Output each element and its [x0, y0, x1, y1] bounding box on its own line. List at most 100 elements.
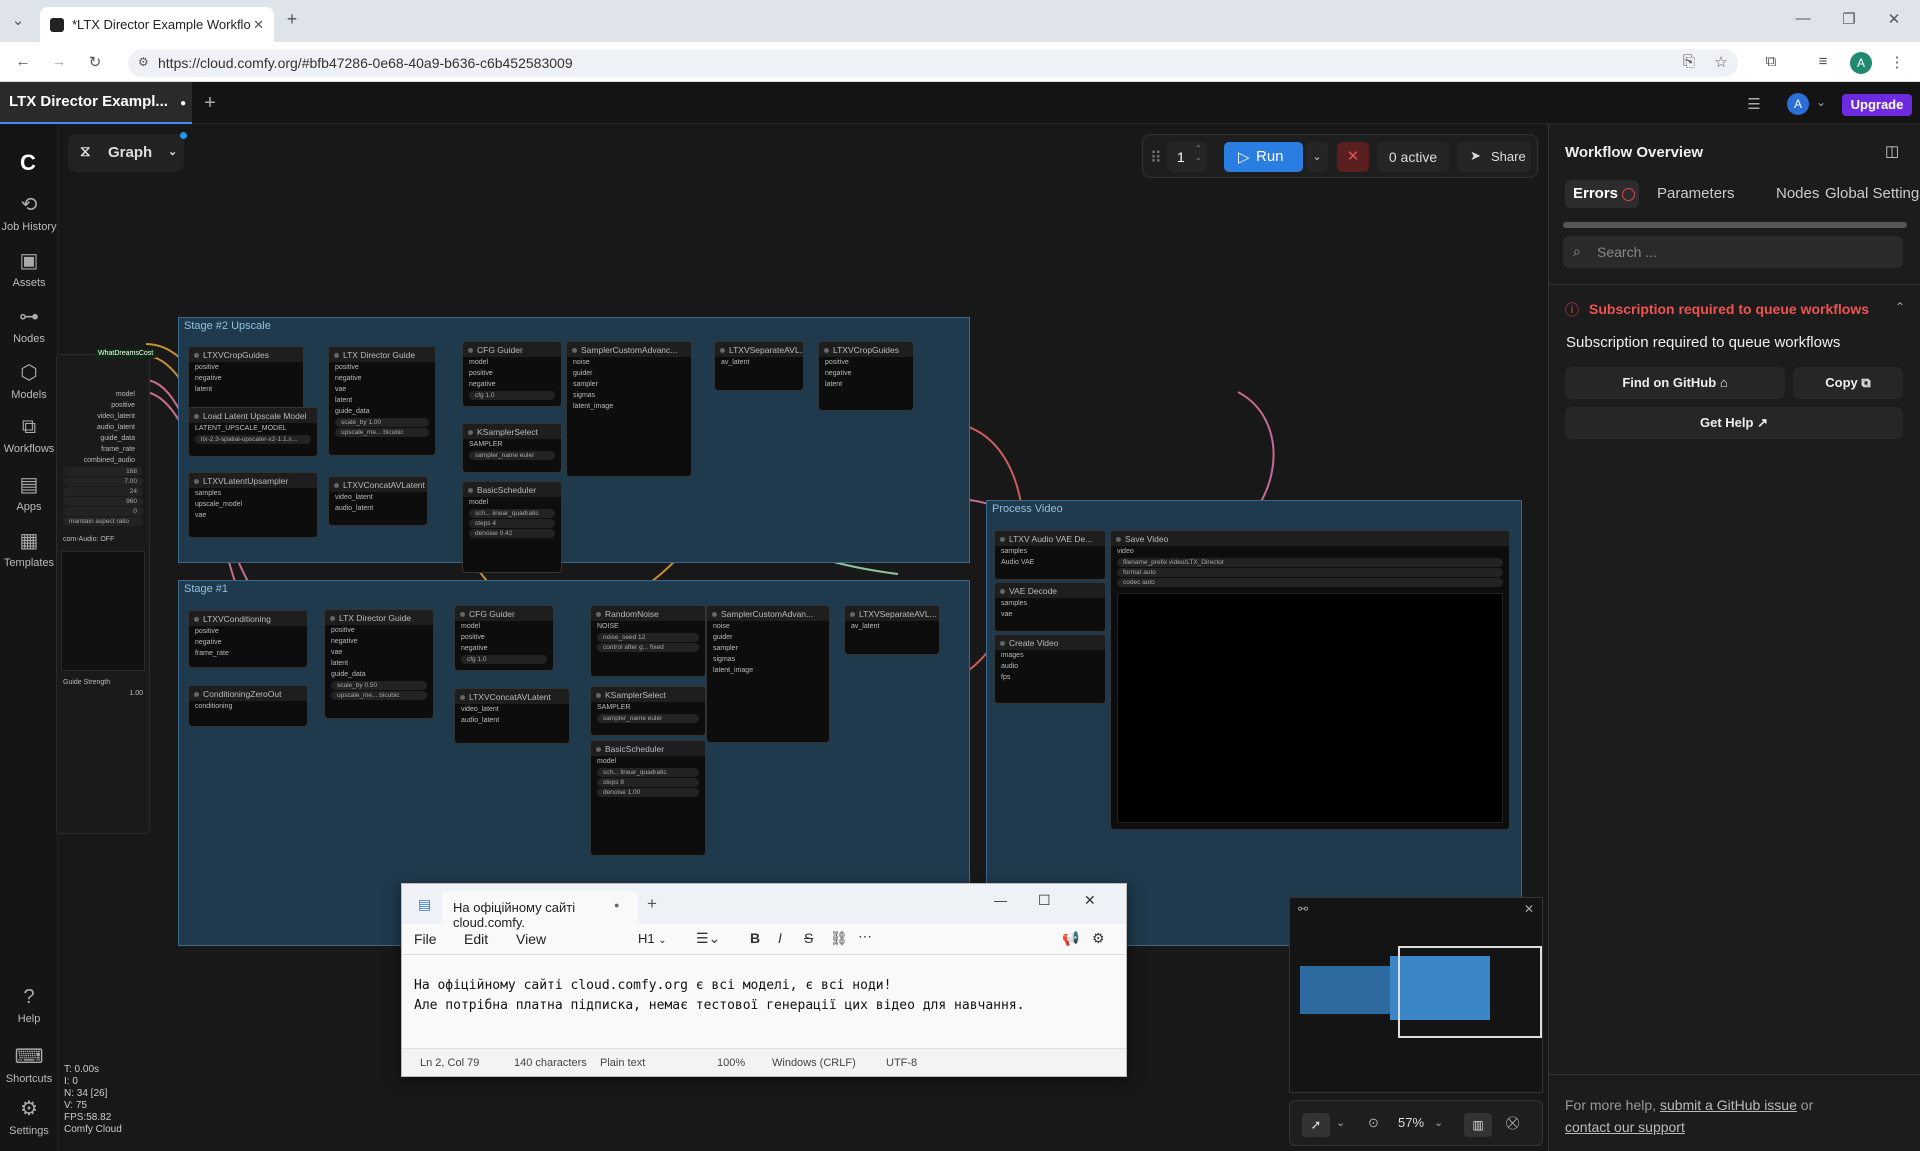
extensions-icon[interactable]: ⧉ — [1762, 53, 1780, 70]
notepad-settings-icon[interactable]: ⚙ — [1092, 930, 1105, 947]
node-slot[interactable]: samples — [995, 546, 1105, 557]
node-slot[interactable]: samples — [995, 598, 1105, 609]
sidebar-item-help[interactable]: ? Help — [0, 986, 58, 1025]
node-slot[interactable]: noise — [567, 357, 691, 368]
node-widget[interactable]: upscale_me... bicubic — [335, 428, 429, 437]
contact-support-link[interactable]: contact our support — [1565, 1119, 1685, 1135]
add-workflow-icon[interactable]: + — [200, 92, 220, 115]
graph-node[interactable]: RandomNoise NOISE noise_seed 12 control aft… — [590, 605, 706, 677]
user-avatar[interactable]: A — [1787, 93, 1809, 115]
graph-node[interactable]: LTXVCropGuides positive negative latent — [188, 346, 304, 410]
node-widget[interactable]: scale_by 1.00 — [335, 418, 429, 427]
select-tool-icon[interactable]: ➚ — [1302, 1113, 1330, 1137]
node-widget[interactable]: noise_seed 12 — [597, 633, 699, 642]
close-window-icon[interactable]: ✕ — [1886, 10, 1902, 28]
graph-node[interactable]: LTXVConditioning positive negative frame_ra… — [188, 610, 308, 668]
node-widget[interactable]: codec auto — [1117, 578, 1503, 587]
menu-file[interactable]: File — [414, 931, 437, 947]
graph-node[interactable]: LTXV Audio VAE De... samples Audio VAE — [994, 530, 1106, 580]
node-slot[interactable]: sampler — [567, 379, 691, 390]
workflow-tab[interactable]: LTX Director Exampl... ● — [0, 82, 192, 124]
node-slot[interactable]: sampler — [707, 643, 829, 654]
notepad-maximize-icon[interactable]: ☐ — [1038, 892, 1051, 909]
node-slot[interactable]: latent — [819, 379, 913, 390]
bold-icon[interactable]: B — [750, 930, 760, 946]
output-slot[interactable]: audio_latent — [57, 422, 141, 433]
node-slot[interactable]: Audio VAE — [995, 557, 1105, 568]
copy-button[interactable]: Copy ⧉ — [1793, 367, 1903, 399]
strikethrough-icon[interactable]: S — [804, 930, 813, 946]
graph-node[interactable]: CFG Guider model positive negative cfg 1.0 — [462, 341, 562, 407]
copilot-icon[interactable]: 📢 — [1062, 930, 1079, 947]
graph-node[interactable]: SamplerCustomAdvanc... noise guider sampler… — [566, 341, 692, 477]
node-widget[interactable]: steps 4 — [469, 519, 555, 528]
node-slot[interactable]: SAMPLER — [591, 702, 705, 713]
node-slot[interactable]: noise — [707, 621, 829, 632]
graph-node[interactable]: Save Video video filename_prefix video/LTX… — [1110, 530, 1510, 830]
restore-icon[interactable]: ❐ — [1841, 10, 1857, 28]
graph-node[interactable]: KSamplerSelect SAMPLER sampler_name euler — [462, 423, 562, 473]
node-slot[interactable]: LATENT_UPSCALE_MODEL — [189, 423, 317, 434]
collapse-chevron-icon[interactable]: ⌃ — [1895, 300, 1905, 314]
node-slot[interactable]: av_latent — [845, 621, 939, 632]
new-tab-icon[interactable]: + — [284, 9, 300, 30]
node-slot[interactable]: latent_image — [567, 401, 691, 412]
node-widget[interactable]: ltx-2.3-spatial-upscaler-x2-1.1.s... — [195, 435, 311, 444]
notepad-new-tab-icon[interactable]: + — [647, 894, 657, 914]
site-info-icon[interactable]: ⚙ — [138, 55, 149, 69]
sidebar-item-workflows[interactable]: ⧉ Workflows — [0, 416, 58, 455]
graph-node[interactable]: SamplerCustomAdvan... noise guider sampler s… — [706, 605, 830, 743]
node-slot[interactable]: vae — [325, 647, 433, 658]
graph-node[interactable]: KSamplerSelect SAMPLER sampler_name euler — [590, 686, 706, 736]
sidebar-item-templates[interactable]: ▦ Templates — [0, 528, 58, 569]
graph-node[interactable]: Create Video images audio fps — [994, 634, 1106, 704]
italic-icon[interactable]: I — [778, 930, 782, 946]
fit-view-icon[interactable]: ⊙ — [1368, 1115, 1379, 1131]
node-widget[interactable]: steps 8 — [597, 778, 699, 787]
sidebar-item-shortcuts[interactable]: ⌨ Shortcuts — [0, 1044, 58, 1085]
browser-menu-icon[interactable]: ⋮ — [1888, 53, 1906, 71]
director-widget-node[interactable]: WhatDreamsCost model positive video_late… — [56, 349, 157, 834]
widget-value[interactable]: maintain aspect ratio — [63, 517, 143, 526]
audio-toggle[interactable]: com-Audio: OFF — [57, 534, 149, 545]
graph-node[interactable]: VAE Decode samples vae — [994, 582, 1106, 632]
node-slot[interactable]: vae — [189, 510, 317, 521]
sidebar-item-apps[interactable]: ▤ Apps — [0, 472, 58, 513]
node-slot[interactable]: audio_latent — [455, 715, 569, 726]
node-slot[interactable]: images — [995, 650, 1105, 661]
media-icon[interactable]: ≡ — [1814, 53, 1832, 70]
node-slot[interactable]: negative — [455, 643, 553, 654]
node-widget[interactable]: format auto — [1117, 568, 1503, 577]
node-slot[interactable]: video_latent — [329, 492, 427, 503]
graph-node[interactable]: LTXVConcatAVLatent video_latent audio_late… — [454, 688, 570, 744]
node-slot[interactable]: conditioning — [189, 701, 307, 712]
node-slot[interactable]: negative — [189, 637, 307, 648]
node-widget[interactable]: cfg 1.0 — [461, 655, 547, 664]
node-slot[interactable]: video_latent — [455, 704, 569, 715]
zoom-chevron-icon[interactable]: ⌄ — [1434, 1116, 1443, 1129]
node-slot[interactable]: negative — [325, 636, 433, 647]
sidebar-item-nodes[interactable]: ⊶ Nodes — [0, 304, 58, 345]
output-slot[interactable]: guide_data — [57, 433, 141, 444]
more-icon[interactable]: ⋯ — [858, 928, 872, 945]
graph-node[interactable]: LTX Director Guide positive negative vae lat… — [328, 346, 436, 456]
node-widget[interactable]: sampler_name euler — [597, 714, 699, 723]
browser-tab[interactable]: *LTX Director Example Workflo ✕ — [40, 7, 274, 42]
search-input[interactable]: ⌕ Search ... — [1563, 236, 1903, 268]
node-widget[interactable]: sampler_name euler — [469, 451, 555, 460]
queue-panel-icon[interactable]: ☰ — [1744, 95, 1764, 113]
node-slot[interactable]: SAMPLER — [463, 439, 561, 450]
tab-nodes[interactable]: Nodes — [1776, 185, 1819, 202]
minimap-toggle-icon[interactable]: ▥ — [1464, 1113, 1492, 1137]
zoom-level[interactable]: 57% — [1398, 1115, 1424, 1130]
node-slot[interactable]: positive — [189, 626, 307, 637]
node-widget[interactable]: denoise 0.42 — [469, 529, 555, 538]
output-slot[interactable]: video_latent — [57, 411, 141, 422]
node-slot[interactable]: sigmas — [707, 654, 829, 665]
widget-value[interactable]: 960 — [63, 497, 143, 506]
profile-avatar[interactable]: A — [1850, 52, 1872, 74]
get-help-button[interactable]: Get Help ↗ — [1565, 407, 1903, 439]
graph-node[interactable]: LTXVConcatAVLatent video_latent audio_late… — [328, 476, 428, 526]
node-widget[interactable]: control after g... fixed — [597, 643, 699, 652]
node-slot[interactable]: latent — [325, 658, 433, 669]
